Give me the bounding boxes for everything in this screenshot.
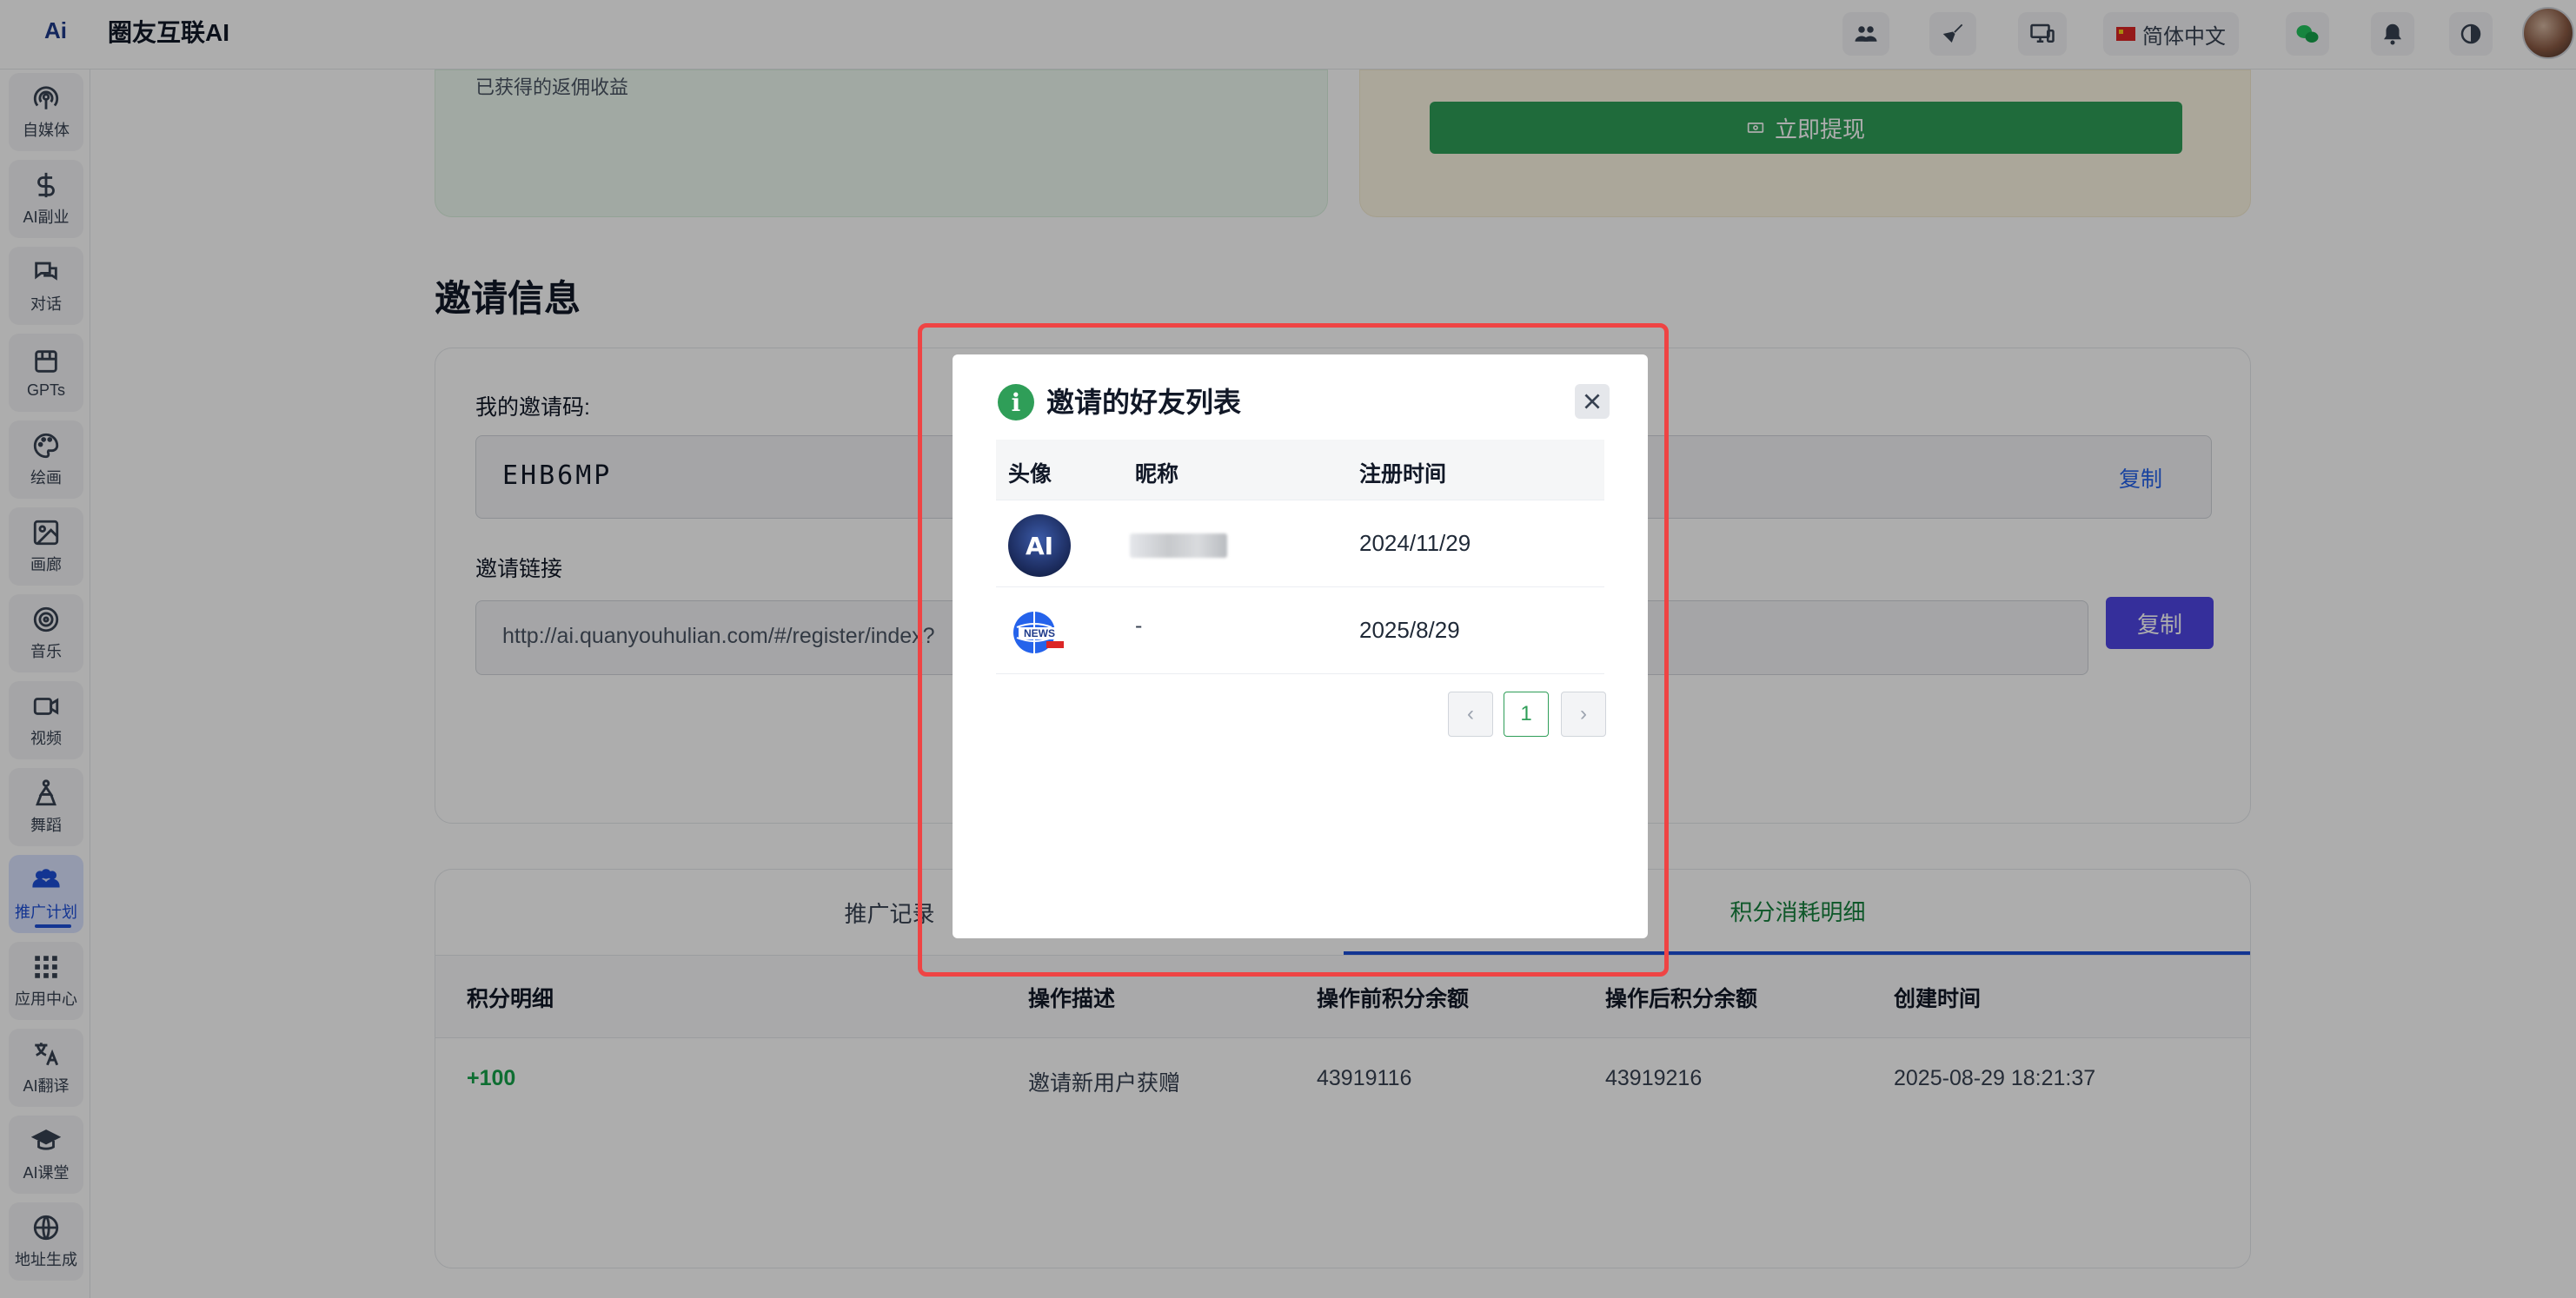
column-header: 注册时间 bbox=[1359, 462, 1447, 487]
avatar: AI bbox=[1008, 514, 1071, 577]
avatar: NEWS bbox=[1008, 601, 1071, 664]
column-header: 昵称 bbox=[1135, 462, 1179, 487]
column-header: 头像 bbox=[1008, 462, 1052, 487]
table-row: AI 2024/11/29 bbox=[996, 500, 1604, 587]
friends-table-header: 头像 昵称 注册时间 bbox=[996, 440, 1604, 500]
registration-date: 2025/8/29 bbox=[1359, 617, 1460, 643]
news-logo: NEWS bbox=[1013, 612, 1064, 653]
avatar-text: AI bbox=[1025, 531, 1054, 560]
nickname: - bbox=[1135, 613, 1143, 638]
page-number-button[interactable]: 1 bbox=[1504, 692, 1549, 737]
close-button[interactable] bbox=[1575, 384, 1610, 419]
info-icon: i bbox=[998, 384, 1034, 421]
table-row: NEWS - 2025/8/29 bbox=[996, 587, 1604, 674]
prev-page-button[interactable]: ‹ bbox=[1448, 692, 1493, 737]
nickname-blurred bbox=[1130, 533, 1227, 558]
next-page-button[interactable]: › bbox=[1561, 692, 1606, 737]
dialog-title: 邀请的好友列表 bbox=[1046, 387, 1242, 418]
invited-friends-dialog: i 邀请的好友列表 头像 昵称 注册时间 AI 2024/11/29 NEWS … bbox=[953, 354, 1648, 938]
registration-date: 2024/11/29 bbox=[1359, 530, 1471, 556]
avatar-text: NEWS bbox=[1024, 627, 1055, 639]
close-icon bbox=[1584, 394, 1600, 409]
